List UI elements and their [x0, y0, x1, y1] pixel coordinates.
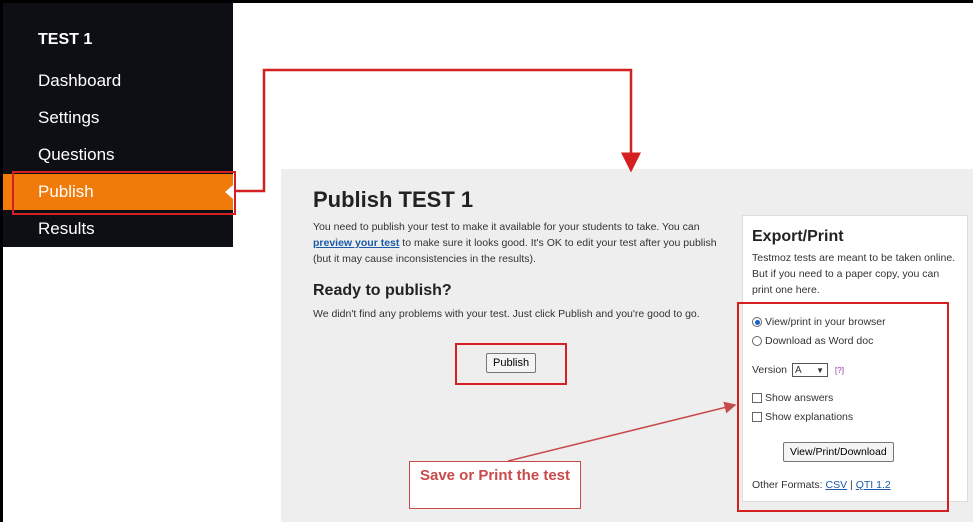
sidebar-item-settings[interactable]: Settings: [3, 100, 233, 136]
ready-text: We didn't find any problems with your te…: [313, 308, 700, 320]
page-title: Publish TEST 1: [313, 187, 474, 212]
highlight-publish-menu: [12, 171, 236, 215]
highlight-export-options: [737, 302, 949, 512]
sidebar-title: TEST 1: [38, 31, 93, 48]
sidebar-item-dashboard[interactable]: Dashboard: [3, 63, 233, 99]
ready-heading: Ready to publish?: [313, 282, 452, 299]
annotation-callout: Save or Print the test: [409, 461, 581, 509]
highlight-publish-button: [455, 343, 567, 385]
preview-test-link[interactable]: preview your test: [313, 237, 399, 249]
export-title: Export/Print: [752, 228, 844, 245]
sidebar-item-results[interactable]: Results: [3, 211, 233, 247]
intro-text-start: You need to publish your test to make it…: [313, 221, 700, 233]
publish-intro: You need to publish your test to make it…: [313, 219, 723, 267]
sidebar-item-questions[interactable]: Questions: [3, 137, 233, 173]
export-description: Testmoz tests are meant to be taken onli…: [752, 252, 956, 296]
